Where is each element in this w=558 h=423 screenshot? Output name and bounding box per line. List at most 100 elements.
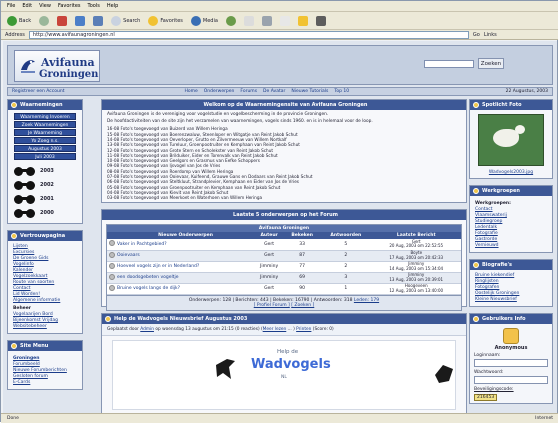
featured-photo[interactable] xyxy=(478,114,544,166)
forward-button[interactable] xyxy=(37,15,51,27)
messenger-button[interactable] xyxy=(314,15,328,27)
nav-avatar[interactable]: De Avatar xyxy=(263,89,285,94)
nav-home[interactable]: Home xyxy=(184,89,197,94)
topic-views: 87 xyxy=(284,250,321,262)
topic-author[interactable]: Jimminy xyxy=(254,272,285,284)
history-button[interactable] xyxy=(224,15,238,27)
topic-link[interactable]: een doodsgebeten vogeltje xyxy=(117,272,255,284)
read-more-link[interactable]: Meer lezen xyxy=(263,327,287,332)
members-link[interactable]: Leden: 179 xyxy=(354,298,379,303)
my-observation-button[interactable]: Je Waarneming xyxy=(14,129,76,136)
article-title[interactable]: Help de Wadvogels Nieuwsbrief Augustus 2… xyxy=(114,316,247,322)
mail-icon xyxy=(243,15,254,26)
forum-profile-link[interactable]: [ Profiel Forum ] xyxy=(254,303,290,308)
site-menu-title: Site Menu xyxy=(20,343,49,349)
forward-arrow-icon xyxy=(39,15,50,26)
year-2003-link[interactable]: 2003 xyxy=(14,164,76,178)
search-button[interactable]: Search xyxy=(109,15,142,27)
menu-view[interactable]: View xyxy=(39,3,51,9)
site-menu-block: Site Menu Groningen Forumbeeld Nieuwe Fo… xyxy=(7,340,83,390)
topic-author[interactable]: Jimminy xyxy=(254,261,285,273)
folder-button[interactable] xyxy=(296,15,310,27)
back-button[interactable]: Back xyxy=(5,15,33,27)
bird-silhouette-icon xyxy=(216,359,235,379)
nav-tutorials[interactable]: Nieuwe Tutorials xyxy=(291,89,328,94)
site-menu-item[interactable]: E-Cards xyxy=(13,380,77,386)
topic-replies: 5 xyxy=(320,239,372,251)
home-icon xyxy=(93,15,104,26)
search-input[interactable] xyxy=(424,60,474,68)
link-item[interactable]: Websitebeheer xyxy=(13,324,77,330)
star-icon xyxy=(148,15,159,26)
nav-top10[interactable]: Top 10 xyxy=(334,89,349,94)
nav-forums[interactable]: Forums xyxy=(240,89,257,94)
links-title: Vertrouwpagina xyxy=(20,233,66,239)
user-info-title: Gebruikers Info xyxy=(482,316,526,322)
search-submit-button[interactable]: Zoeken xyxy=(478,58,504,69)
menu-tools[interactable]: Tools xyxy=(88,3,100,9)
stop-button[interactable] xyxy=(55,15,69,27)
zone-indicator: Internet xyxy=(535,416,553,421)
observation-button-4[interactable]: Yo Zoeg n.s. xyxy=(14,137,76,144)
table-row: Hoeveel vogels zijn er in Nederland? Jim… xyxy=(107,261,461,273)
biographies-block: Biografie's Bruine kiekendief Ringlijste… xyxy=(469,259,553,307)
author-link[interactable]: Admin xyxy=(140,327,154,332)
media-button[interactable]: Media xyxy=(189,15,220,27)
year-2001-link[interactable]: 2001 xyxy=(14,192,76,206)
topic-author[interactable]: Gert xyxy=(254,283,285,295)
print-button[interactable] xyxy=(260,15,274,27)
topic-views: 90 xyxy=(284,283,321,295)
address-input[interactable]: http://www.avifaunagroningen.nl xyxy=(28,30,469,39)
login-input[interactable] xyxy=(474,359,548,367)
print-link[interactable]: Printen xyxy=(296,327,311,332)
august-2003-button[interactable]: Augustus 2003 xyxy=(14,145,76,152)
browser-window: File Edit View Favorites Tools Help Back… xyxy=(0,0,558,423)
nav-topics[interactable]: Onderwerpen xyxy=(204,89,235,94)
register-link[interactable]: Registreer een Account xyxy=(12,89,64,94)
go-button[interactable]: Go xyxy=(473,32,480,38)
observations-title: Waarnemingen xyxy=(20,102,63,108)
workgroup-link[interactable]: Vernieuwd xyxy=(475,243,547,249)
current-date: 22 Augustus, 2003 xyxy=(505,89,548,94)
menu-help[interactable]: Help xyxy=(107,3,118,9)
search-observations-button[interactable]: Zoek Waarnemingen xyxy=(14,121,76,128)
links-button[interactable]: Links xyxy=(484,32,497,38)
last-date: 13 Aug, 2003 om 20:39:01 xyxy=(389,276,444,282)
add-observation-button[interactable]: Waarneming Invoeren xyxy=(14,113,76,120)
address-label: Address xyxy=(5,31,25,38)
menu-file[interactable]: File xyxy=(7,3,15,9)
home-button[interactable] xyxy=(91,15,105,27)
refresh-button[interactable] xyxy=(73,15,87,27)
menu-favorites[interactable]: Favorites xyxy=(58,3,81,9)
table-row: Bruine vogels langs de dijk? Gert 90 1 H… xyxy=(107,283,461,295)
year-2002-link[interactable]: 2002 xyxy=(14,178,76,192)
favorites-button[interactable]: Favorites xyxy=(146,15,185,27)
address-bar: Address http://www.avifaunagroningen.nl … xyxy=(1,30,558,40)
topic-link[interactable]: Bruine vogels langs de dijk? xyxy=(117,283,255,295)
stop-icon xyxy=(57,15,68,26)
topic-link[interactable]: Hoeveel vogels zijn er in Nederland? xyxy=(117,261,255,273)
forum-search-link[interactable]: [ Zoeken ] xyxy=(291,303,314,308)
july-2003-button[interactable]: Juli 2003 xyxy=(14,153,76,160)
menu-edit[interactable]: Edit xyxy=(22,3,32,9)
table-row: een doodsgebeten vogeltje Jimminy 69 3 J… xyxy=(107,272,461,284)
user-info-block: Gebruikers Info Anonymous Loginnaam: Wac… xyxy=(469,313,553,404)
intro-text-2: De hoofdactiviteiten van de site zijn he… xyxy=(107,119,373,125)
biography-link[interactable]: Kleine Nieuwsbrief xyxy=(475,297,547,303)
intro-block: Welkom op de Waarnemingensite van Avifau… xyxy=(101,99,467,203)
print-icon xyxy=(261,15,272,26)
password-label: Wachtwoord: xyxy=(474,370,504,375)
mail-button[interactable] xyxy=(242,15,256,27)
featured-photo-link[interactable]: Wadvogels2003.jpg xyxy=(470,170,552,178)
topic-author[interactable]: Gert xyxy=(254,250,285,262)
password-input[interactable] xyxy=(474,376,548,384)
topic-link[interactable]: Vaker in Pachtgebied? xyxy=(117,239,255,251)
topic-link[interactable]: Ooievaars xyxy=(117,250,255,262)
menu-bar: File Edit View Favorites Tools Help xyxy=(1,1,558,12)
link-item[interactable]: Algemene informatie xyxy=(13,298,77,304)
edit-button[interactable] xyxy=(278,15,292,27)
site-logo[interactable]: Avifauna Groningen xyxy=(14,50,100,82)
year-2000-link[interactable]: 2000 xyxy=(14,206,76,220)
topic-author[interactable]: Gert xyxy=(254,239,285,251)
topic-views: 33 xyxy=(284,239,321,251)
